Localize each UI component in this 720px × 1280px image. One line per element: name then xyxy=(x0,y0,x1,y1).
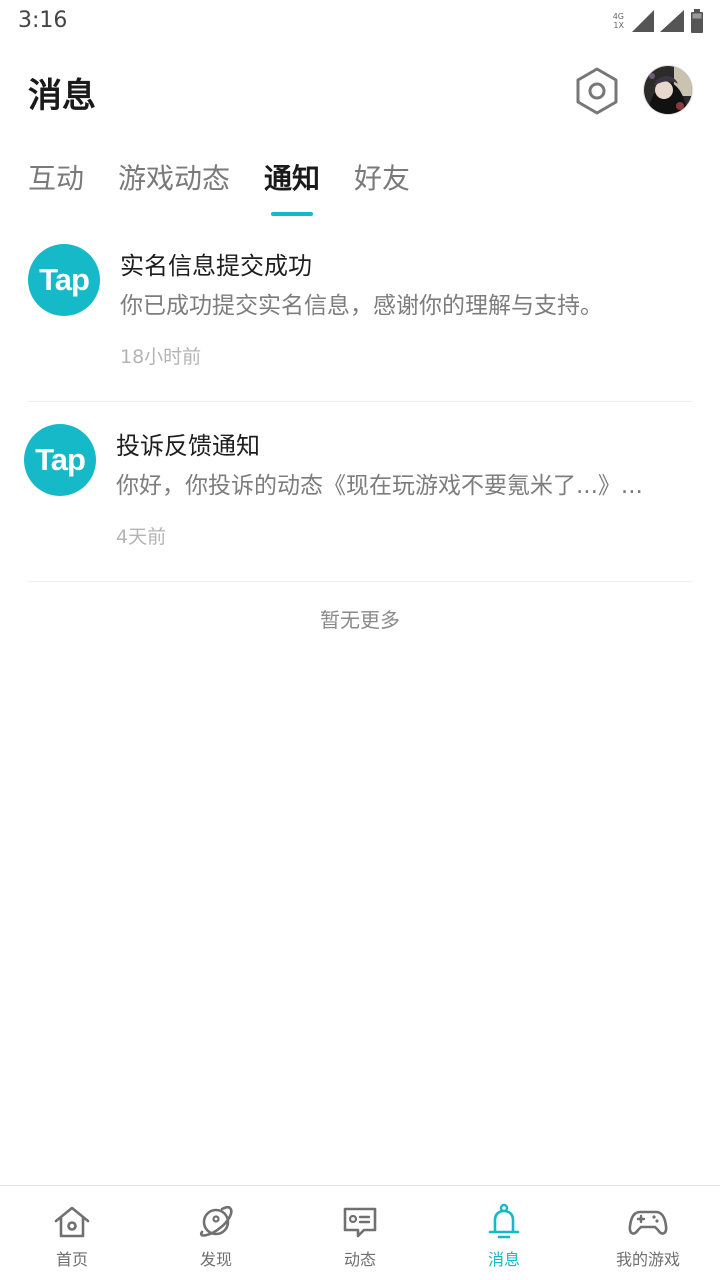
network-type-bottom: 1X xyxy=(613,21,624,30)
signal-icon-2 xyxy=(660,10,684,32)
tab-friends[interactable]: 好友 xyxy=(354,150,410,210)
taptap-logo-icon: Tap xyxy=(24,424,96,496)
hexagon-settings-icon xyxy=(576,67,618,115)
status-icons: 4G 1X xyxy=(613,8,704,34)
chat-card-icon xyxy=(343,1207,377,1238)
nav-label: 我的游戏 xyxy=(615,1250,680,1269)
avatar[interactable] xyxy=(644,66,692,114)
tab-game-updates[interactable]: 游戏动态 xyxy=(118,150,230,210)
tab-label: 好友 xyxy=(354,162,411,195)
bell-icon xyxy=(488,1203,520,1239)
nav-feed[interactable]: 动态 xyxy=(288,1186,432,1280)
status-time: 3:16 xyxy=(18,8,68,33)
notification-item[interactable]: Tap 投诉反馈通知 你好，你投诉的动态《现在玩游戏不要氪米了...》... 4… xyxy=(24,402,692,582)
tab-active-indicator xyxy=(271,212,314,216)
page-title: 消息 xyxy=(28,76,96,116)
nav-home[interactable]: 首页 xyxy=(0,1186,144,1280)
notification-time: 4天前 xyxy=(116,526,167,548)
tab-notifications[interactable]: 通知 xyxy=(264,150,321,216)
tab-interaction[interactable]: 互动 xyxy=(28,150,84,210)
planet-icon xyxy=(199,1205,233,1237)
taptap-logo-icon: Tap xyxy=(28,244,100,316)
avatar-image xyxy=(644,66,692,114)
logo-text: Tap xyxy=(35,442,86,477)
battery-icon xyxy=(691,9,703,33)
no-more-text: 暂无更多 xyxy=(320,608,400,632)
nav-label: 首页 xyxy=(55,1250,88,1269)
signal-icon xyxy=(632,10,654,32)
nav-label: 消息 xyxy=(487,1250,520,1269)
notification-time: 18小时前 xyxy=(120,346,202,368)
nav-label: 动态 xyxy=(343,1250,376,1269)
logo-text: Tap xyxy=(39,262,90,297)
notification-title: 投诉反馈通知 xyxy=(116,432,260,460)
settings-button[interactable] xyxy=(574,66,620,116)
gamepad-icon xyxy=(628,1210,668,1235)
notification-body: 你好，你投诉的动态《现在玩游戏不要氪米了...》... xyxy=(116,473,643,499)
notification-body: 你已成功提交实名信息，感谢你的理解与支持。 xyxy=(120,293,603,319)
nav-label: 发现 xyxy=(199,1250,232,1269)
bottom-nav: 首页 发现 动态 消息 我的游戏 xyxy=(0,1185,720,1280)
notification-title: 实名信息提交成功 xyxy=(120,252,312,280)
notification-list: Tap 实名信息提交成功 你已成功提交实名信息，感谢你的理解与支持。 18小时前… xyxy=(0,222,720,582)
tab-label: 互动 xyxy=(28,162,85,195)
network-type-badge: 4G 1X xyxy=(613,12,624,30)
network-type-top: 4G xyxy=(612,12,624,21)
nav-messages[interactable]: 消息 xyxy=(432,1186,576,1280)
notification-item[interactable]: Tap 实名信息提交成功 你已成功提交实名信息，感谢你的理解与支持。 18小时前 xyxy=(28,222,692,402)
status-bar: 3:16 4G 1X xyxy=(0,0,720,44)
header: 消息 xyxy=(0,60,720,122)
tab-label: 游戏动态 xyxy=(118,162,231,195)
tab-label: 通知 xyxy=(264,162,321,195)
nav-discover[interactable]: 发现 xyxy=(144,1186,288,1280)
tab-bar: 互动 游戏动态 通知 好友 xyxy=(28,150,444,222)
home-icon xyxy=(54,1206,90,1238)
nav-my-games[interactable]: 我的游戏 xyxy=(576,1186,720,1280)
